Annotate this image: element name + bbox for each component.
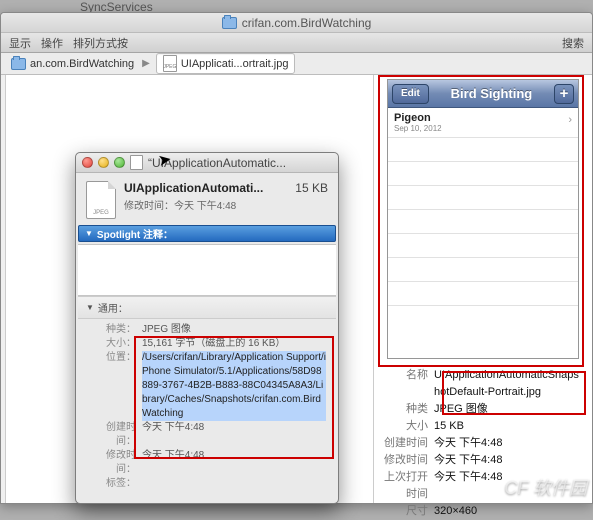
meta-value: 15 KB	[434, 418, 582, 435]
phone-list-row	[388, 234, 578, 258]
general-section-header[interactable]: ▼ 通用：	[78, 296, 336, 319]
meta-key: 创建时间	[374, 435, 434, 452]
disclosure-triangle-icon: ▼	[85, 229, 93, 238]
meta-key: 名称	[374, 367, 434, 401]
phone-add-button: +	[554, 84, 574, 104]
phone-list-row	[388, 210, 578, 234]
preview-pane: Edit Bird Sighting + Pigeon Sep 10, 2012…	[374, 75, 592, 503]
meta-value: 今天 下午4:48	[434, 452, 582, 469]
meta-value: JPEG 图像	[434, 401, 582, 418]
path-bar: an.com.BirdWatching ▶ JPEG UIApplicati..…	[1, 53, 592, 75]
meta-key: 大小	[374, 418, 434, 435]
phone-list-row	[388, 186, 578, 210]
path-crumb-label: an.com.BirdWatching	[30, 58, 134, 70]
window-title: crifan.com.BirdWatching	[242, 16, 372, 30]
toolbar-search[interactable]: 搜索	[562, 35, 584, 51]
preview-thumbnail[interactable]: Edit Bird Sighting + Pigeon Sep 10, 2012…	[387, 79, 579, 359]
phone-list-row	[388, 258, 578, 282]
info-value: 今天 下午4:48	[142, 449, 326, 477]
phone-row-title: Pigeon	[394, 112, 431, 124]
folder-icon	[222, 17, 237, 29]
info-general-body: 种类：JPEG 图像 大小：15,161 字节（磁盘上的 16 KB） 位置：/…	[78, 319, 336, 495]
meta-value: 今天 下午4:48	[434, 469, 582, 503]
info-value-path[interactable]: /Users/crifan/Library/Application Suppor…	[142, 351, 326, 421]
close-icon[interactable]	[82, 157, 93, 168]
phone-edit-button: Edit	[392, 84, 429, 104]
phone-list-row	[388, 138, 578, 162]
info-key: 标签：	[88, 477, 142, 491]
path-crumb-file[interactable]: JPEG UIApplicati...ortrait.jpg	[156, 53, 296, 74]
spotlight-label: Spotlight 注释：	[97, 226, 173, 241]
phone-list-row	[388, 162, 578, 186]
info-key: 种类：	[88, 323, 142, 337]
toolbar-show[interactable]: 显示	[9, 35, 31, 51]
meta-key: 修改时间	[374, 452, 434, 469]
folder-icon	[11, 58, 26, 70]
jpeg-file-icon: JPEG	[86, 181, 116, 219]
toolbar-actions[interactable]: 操作	[41, 35, 63, 51]
phone-navbar: Edit Bird Sighting +	[388, 80, 578, 108]
info-header: JPEG UIApplicationAutomati... 修改时间：今天 下午…	[76, 173, 338, 225]
info-key: 修改时间：	[88, 449, 142, 477]
get-info-window[interactable]: “UIApplicationAutomatic... JPEG UIApplic…	[75, 152, 339, 504]
info-value: 15,161 字节（磁盘上的 16 KB）	[142, 337, 326, 351]
phone-list-row	[388, 282, 578, 306]
phone-row-subtitle: Sep 10, 2012	[394, 124, 442, 133]
minimize-icon[interactable]	[98, 157, 109, 168]
meta-key: 上次打开时间	[374, 469, 434, 503]
traffic-lights	[82, 157, 125, 168]
info-key: 大小：	[88, 337, 142, 351]
info-filename: UIApplicationAutomati...	[124, 181, 287, 195]
info-modified: 修改时间：今天 下午4:48	[124, 197, 287, 212]
info-size: 15 KB	[295, 181, 328, 219]
meta-key: 尺寸	[374, 503, 434, 520]
spotlight-comment-field[interactable]	[78, 244, 336, 296]
phone-list-row: Pigeon Sep 10, 2012 ›	[388, 108, 578, 138]
phone-list-row	[388, 306, 578, 330]
file-icon	[130, 155, 143, 170]
spotlight-section-header[interactable]: ▼ Spotlight 注释：	[78, 225, 336, 242]
meta-key: 种类	[374, 401, 434, 418]
finder-toolbar: 显示 操作 排列方式按 搜索	[1, 33, 592, 53]
general-label: 通用：	[98, 300, 128, 315]
jpeg-file-icon: JPEG	[163, 55, 177, 72]
preview-metadata: 名称UIApplicationAutomaticSnapshotDefault-…	[374, 365, 592, 520]
meta-value: 320×460	[434, 503, 582, 520]
meta-value: 今天 下午4:48	[434, 435, 582, 452]
info-value: JPEG 图像	[142, 323, 326, 337]
info-value: 今天 下午4:48	[142, 421, 326, 449]
chevron-right-icon: ›	[568, 114, 572, 126]
finder-titlebar[interactable]: crifan.com.BirdWatching	[1, 13, 592, 33]
phone-title: Bird Sighting	[433, 86, 550, 101]
meta-value-name: UIApplicationAutomaticSnapshotDefault-Po…	[434, 367, 582, 401]
info-titlebar[interactable]: “UIApplicationAutomatic...	[76, 153, 338, 173]
chevron-right-icon: ▶	[142, 58, 150, 69]
toolbar-arrange[interactable]: 排列方式按	[73, 35, 128, 51]
disclosure-triangle-icon: ▼	[86, 303, 94, 312]
path-crumb-folder[interactable]: an.com.BirdWatching ▶	[5, 57, 156, 71]
info-key: 位置：	[88, 351, 142, 421]
info-label-value[interactable]	[142, 477, 326, 491]
info-key: 创建时间：	[88, 421, 142, 449]
zoom-icon[interactable]	[114, 157, 125, 168]
path-crumb-label: UIApplicati...ortrait.jpg	[181, 58, 289, 70]
